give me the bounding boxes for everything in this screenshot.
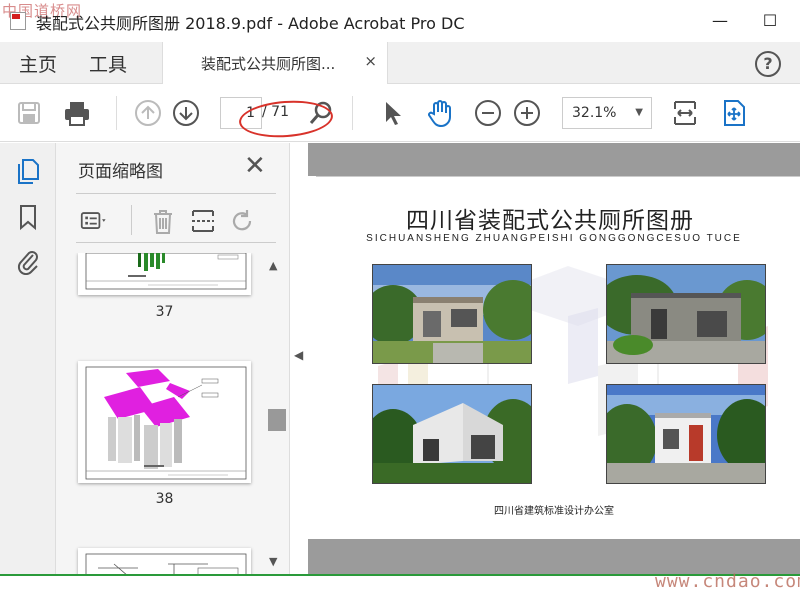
rotate-icon[interactable] <box>228 207 258 235</box>
trash-icon[interactable] <box>148 207 178 235</box>
document-viewer[interactable]: 四川省装配式公共厕所图册 SICHUANSHENG ZHUANGPEISHI G… <box>308 143 800 575</box>
building-photo <box>372 384 532 484</box>
panel-collapse-handle[interactable]: ◀ <box>290 143 308 575</box>
toolbar-separator <box>116 96 117 130</box>
watermark-bottom: www.cndao.com <box>655 571 800 592</box>
minimize-button[interactable]: — <box>705 8 735 34</box>
page-up-icon[interactable] <box>133 98 163 128</box>
thumbnail-label: 37 <box>155 304 174 320</box>
thumbnail-page-37[interactable] <box>78 253 251 295</box>
window-title: 装配式公共厕所图册 2018.9.pdf - Adobe Acrobat Pro… <box>36 14 465 33</box>
collapse-arrow-icon: ◀ <box>294 348 304 362</box>
full-screen-icon[interactable] <box>719 98 749 128</box>
attachment-icon[interactable] <box>15 247 41 275</box>
print-icon[interactable] <box>62 98 92 128</box>
document-subtitle: SICHUANSHENG ZHUANGPEISHI GONGGONGCESUO … <box>366 233 742 244</box>
help-icon[interactable]: ? <box>755 51 781 77</box>
extract-pages-icon[interactable] <box>188 207 218 235</box>
toolbar: 1 / 71 32.1% ▼ <box>0 84 800 142</box>
toolbar-separator <box>352 96 353 130</box>
zoom-level-value: 32.1% <box>572 105 617 121</box>
pdf-file-icon <box>10 12 26 30</box>
chevron-down-icon: ▼ <box>635 107 643 118</box>
tab-document[interactable]: 装配式公共厕所图... × <box>162 42 388 84</box>
thumbnail-page-38[interactable] <box>78 361 251 483</box>
fit-page-icon[interactable] <box>670 98 700 128</box>
document-title: 四川省装配式公共厕所图册 <box>406 208 694 234</box>
navigation-rail <box>0 143 56 575</box>
zoom-level-select[interactable]: 32.1% ▼ <box>562 97 652 129</box>
tab-close-button[interactable]: × <box>364 52 377 70</box>
thumbnail-scrollbar[interactable]: ▲ ▼ <box>264 253 286 575</box>
page-down-icon[interactable] <box>171 98 201 128</box>
building-photo <box>372 264 532 364</box>
panel-tool-separator <box>131 205 132 235</box>
thumbnail-panel: 页面缩略图 ✕ 37 38 ▲ ▼ <box>56 143 290 575</box>
panel-divider <box>76 193 276 194</box>
pages-icon[interactable] <box>15 157 41 185</box>
title-bar: 中国道桥网 装配式公共厕所图册 2018.9.pdf - Adobe Acrob… <box>0 0 800 42</box>
panel-title: 页面缩略图 <box>78 162 163 182</box>
thumbnail-list: 37 38 <box>56 253 266 575</box>
bookmark-icon[interactable] <box>15 203 41 231</box>
zoom-out-icon[interactable] <box>473 98 503 128</box>
panel-toolbar <box>76 199 276 243</box>
document-footer: 四川省建筑标准设计办公室 <box>494 506 614 517</box>
scroll-down-icon[interactable]: ▼ <box>269 555 277 568</box>
building-photo <box>606 264 766 364</box>
tab-row: 主页 工具 装配式公共厕所图... × ? <box>0 42 800 84</box>
tab-home[interactable]: 主页 <box>19 50 57 77</box>
thumbnail-page-39[interactable] <box>78 548 251 575</box>
building-photo <box>606 384 766 484</box>
close-icon[interactable]: ✕ <box>244 151 266 181</box>
scrollbar-thumb[interactable] <box>268 409 286 431</box>
save-icon[interactable] <box>14 98 44 128</box>
hand-icon[interactable] <box>425 98 455 128</box>
document-page: 四川省装配式公共厕所图册 SICHUANSHENG ZHUANGPEISHI G… <box>308 176 800 539</box>
page-top-rule <box>316 176 800 177</box>
tab-tools[interactable]: 工具 <box>89 50 127 77</box>
scroll-up-icon[interactable]: ▲ <box>269 259 277 272</box>
thumbnail-label: 38 <box>155 491 174 507</box>
maximize-button[interactable]: ☐ <box>755 8 785 34</box>
zoom-in-icon[interactable] <box>512 98 542 128</box>
tab-document-label: 装配式公共厕所图... <box>201 55 336 73</box>
select-arrow-icon[interactable] <box>377 98 407 128</box>
options-menu-icon[interactable] <box>80 207 110 235</box>
